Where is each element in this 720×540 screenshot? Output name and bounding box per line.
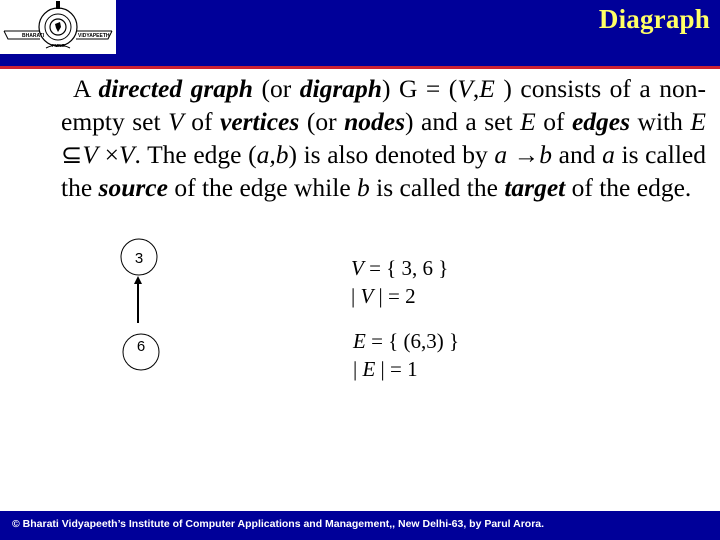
text-segment: × [97,140,119,169]
logo-right-text: VIDYAPEETH [78,33,110,39]
text-segment: E [520,107,536,136]
graph-node-6: 6 [122,333,160,371]
text-segment: of [535,107,572,136]
vertex-set: V = { 3, 6 } [351,256,449,280]
text-segment: ) and a set [405,107,521,136]
text-segment: V [168,107,184,136]
text-segment: is called the [369,173,505,202]
institution-logo: BHARATI VIDYAPEETH PUNE [0,0,116,54]
text-segment: edges [571,107,631,136]
text-segment: digraph [299,74,382,103]
institution-logo-icon: BHARATI VIDYAPEETH PUNE [3,1,113,49]
logo-left-text: BHARATI [22,33,45,39]
text-segment: E [690,107,706,136]
text-segment: vertices [220,107,300,136]
copyright-footer: © Bharati Vidyapeeth’s Institute of Comp… [12,518,545,530]
text-segment: E [479,74,495,103]
text-segment: ) G = ( [381,74,458,103]
text-segment: A [73,74,99,103]
text-segment: V [457,74,473,103]
definition-paragraph: A directed graph (or digraph) G = (V,E )… [61,72,706,204]
edge-count: | E | = 1 [353,357,418,381]
text-segment: and [552,140,603,169]
text-segment: (or [252,74,300,103]
text-segment: of the edge while [167,173,358,202]
text-segment: (or [299,107,345,136]
text-segment: ⊆ [61,140,83,169]
footer-band: © Bharati Vidyapeeth’s Institute of Comp… [0,511,720,540]
text-segment: . The edge ( [134,140,257,169]
text-segment: nodes [344,107,406,136]
text-segment: of the edge. [565,173,692,202]
graph-node-3: 3 [120,238,158,276]
vertex-set-block: V = { 3, 6 } | V | = 2 [351,254,448,310]
logo-bottom-text: PUNE [52,43,65,48]
edge-set-block: E = { (6,3) } | E | = 1 [353,327,459,383]
text-segment: target [504,173,566,202]
text-segment: with [630,107,691,136]
digraph-diagram: 3 6 [120,238,160,371]
text-segment: source [98,173,168,202]
node-label-6: 6 [137,338,145,355]
text-segment: b [539,140,553,169]
text-segment: → [507,140,540,169]
text-segment: V [118,140,135,169]
text-segment: V [82,140,98,169]
definition-text: A directed graph (or digraph) G = (V,E )… [61,74,706,202]
node-label-3: 3 [135,250,143,267]
text-segment: b [357,173,370,202]
text-segment: directed graph [98,74,253,103]
text-segment: ) is also denoted by [288,140,495,169]
vertex-count: | V | = 2 [351,284,416,308]
text-segment: a [494,140,508,169]
text-segment: a,b [256,140,289,169]
slide-title: Diagraph [598,4,710,34]
text-segment: of [183,107,220,136]
text-segment: a [602,140,615,169]
edge-set: E = { (6,3) } [353,329,460,353]
header-divider [0,66,720,69]
